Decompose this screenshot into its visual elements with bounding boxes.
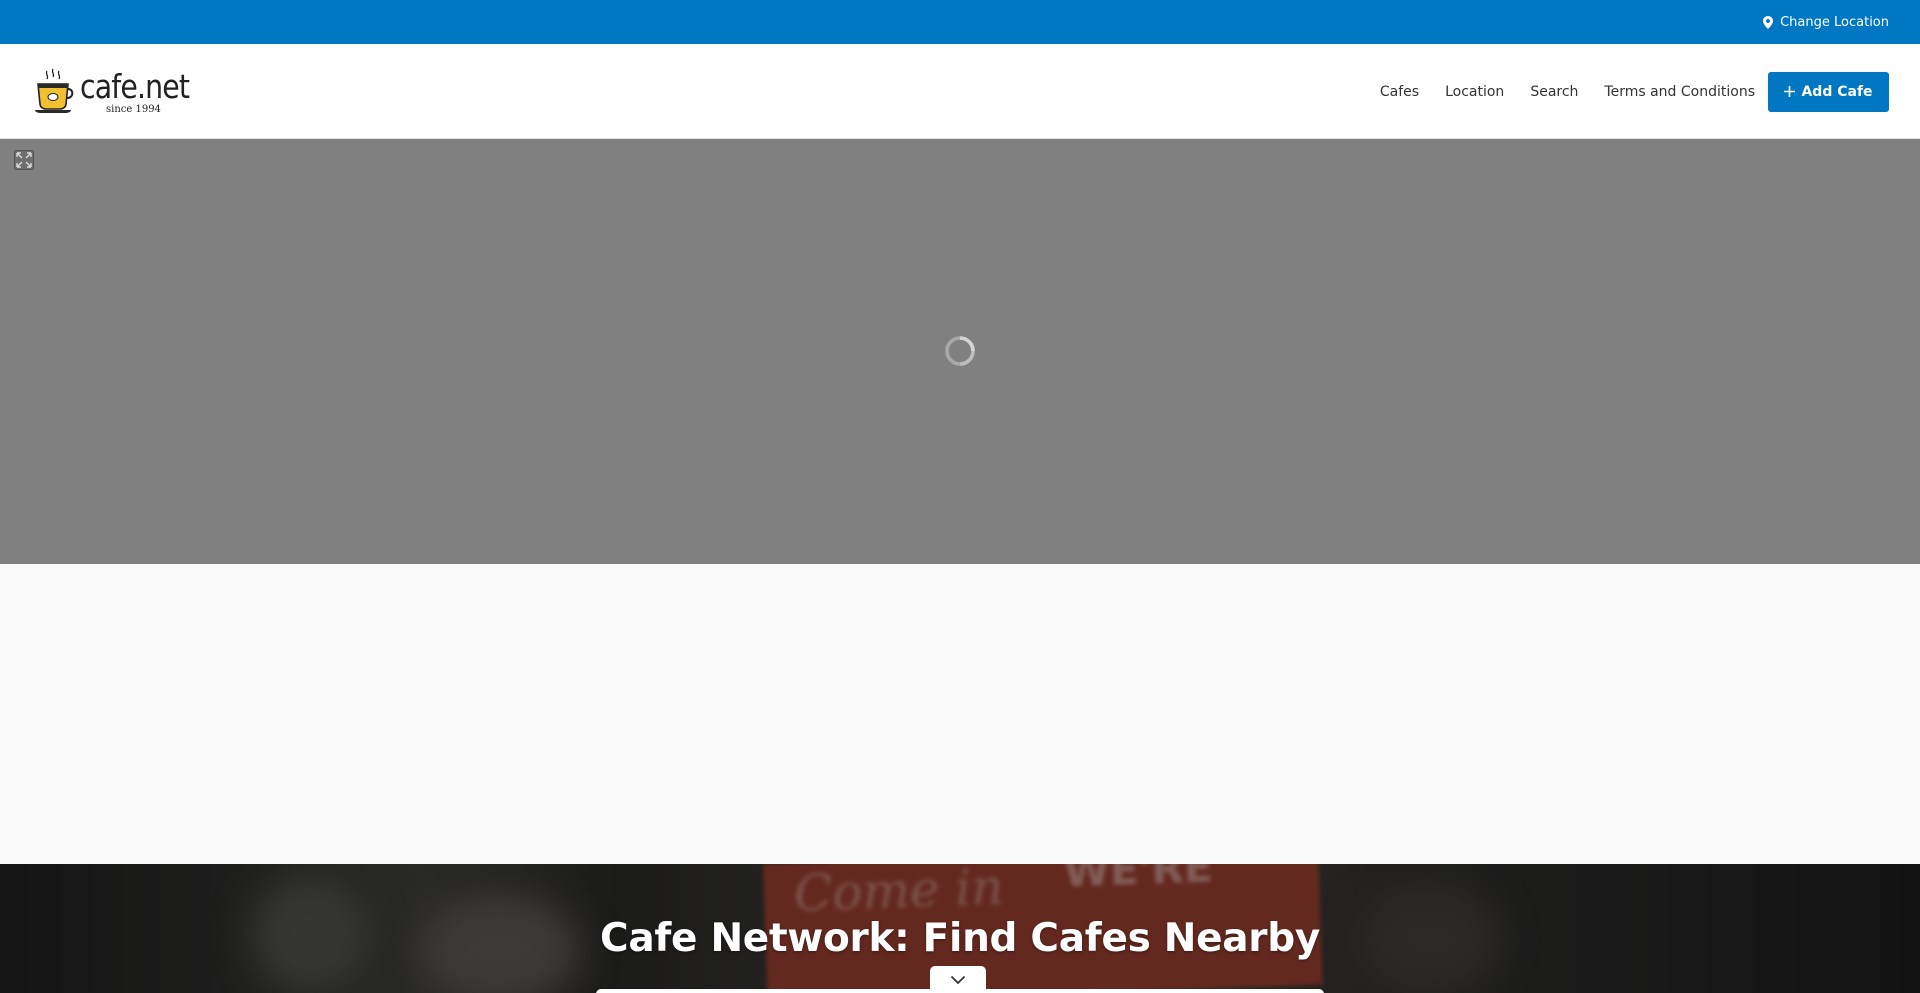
chevron-down-icon <box>950 975 966 984</box>
expand-toggle-button[interactable] <box>930 966 986 993</box>
fullscreen-button[interactable] <box>14 150 34 170</box>
nav-item-search[interactable]: Search <box>1530 84 1578 100</box>
nav-item-cafes[interactable]: Cafes <box>1380 84 1419 100</box>
map-container[interactable] <box>0 139 1920 564</box>
hero-title: Cafe Network: Find Cafes Nearby <box>600 916 1320 961</box>
top-bar: Change Location <box>0 0 1920 44</box>
loading-spinner-icon <box>945 336 975 366</box>
content-placeholder <box>0 564 1920 864</box>
add-cafe-label: Add Cafe <box>1801 83 1873 100</box>
coffee-cup-icon <box>35 68 74 113</box>
main-nav: Cafes Location Search Terms and Conditio… <box>1380 44 1920 139</box>
nav-item-terms[interactable]: Terms and Conditions <box>1604 84 1755 100</box>
site-logo[interactable]: cafe.net since 1994 <box>34 68 207 118</box>
change-location-label: Change Location <box>1780 14 1889 30</box>
nav-item-location[interactable]: Location <box>1445 84 1504 100</box>
map-pin-icon <box>1763 15 1774 29</box>
add-cafe-button[interactable]: Add Cafe <box>1768 71 1889 112</box>
plus-icon <box>1784 86 1796 97</box>
fullscreen-icon <box>14 150 34 170</box>
change-location-link[interactable]: Change Location <box>1763 0 1889 44</box>
logo-wordmark: cafe.net <box>80 67 190 106</box>
